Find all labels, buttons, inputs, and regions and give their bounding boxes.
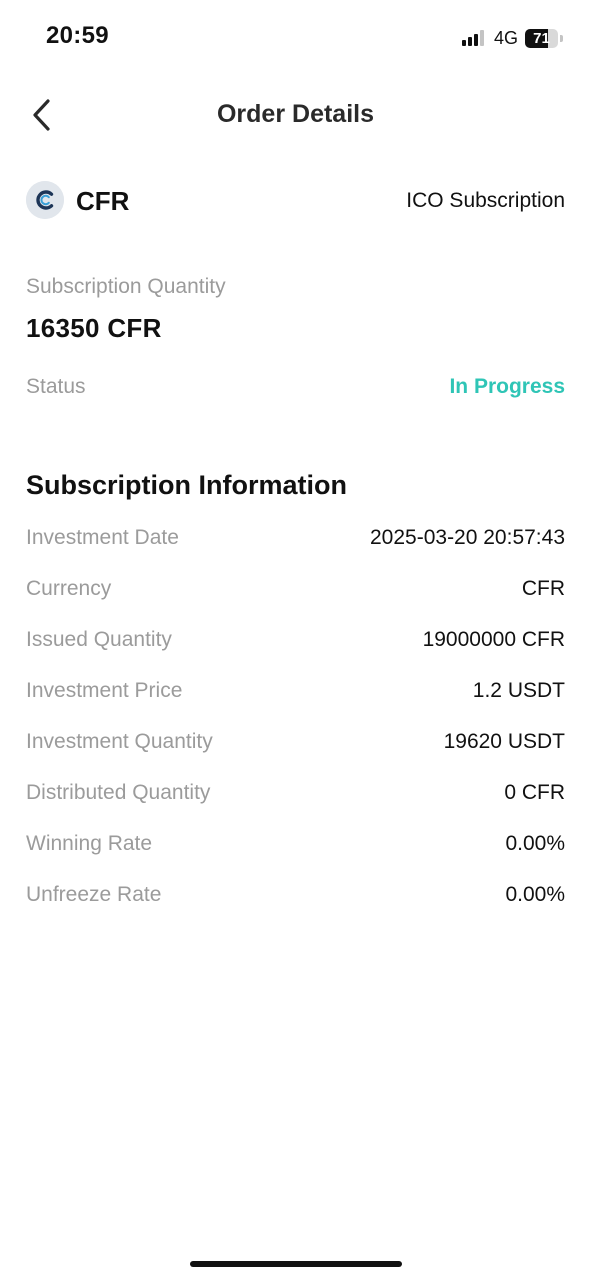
info-value: 19000000 CFR bbox=[422, 628, 565, 651]
subscription-quantity-label: Subscription Quantity bbox=[26, 275, 226, 298]
subscription-quantity-value: 16350 CFR bbox=[26, 313, 162, 343]
token-symbol: CFR bbox=[76, 186, 130, 216]
info-row-winning-rate: Winning Rate 0.00% bbox=[26, 830, 565, 881]
order-type: ICO Subscription bbox=[406, 189, 565, 212]
info-row-issued-quantity: Issued Quantity 19000000 CFR bbox=[26, 626, 565, 677]
info-value: 0.00% bbox=[505, 832, 565, 855]
info-value: 0.00% bbox=[505, 883, 565, 906]
cellular-signal-icon bbox=[461, 30, 486, 46]
info-label: Issued Quantity bbox=[26, 628, 172, 651]
info-value: 0 CFR bbox=[504, 781, 565, 804]
info-row-investment-price: Investment Price 1.2 USDT bbox=[26, 677, 565, 728]
navigation-header: Order Details bbox=[0, 90, 591, 140]
status-indicators: 4G 71 bbox=[461, 26, 563, 50]
status-badge: In Progress bbox=[449, 375, 565, 398]
info-label: Currency bbox=[26, 577, 112, 600]
network-type: 4G bbox=[493, 27, 518, 48]
status-time: 20:59 bbox=[46, 22, 109, 49]
status-bar: 20:59 4G 71 bbox=[0, 0, 591, 76]
battery-icon: 71 bbox=[525, 28, 558, 48]
info-label: Winning Rate bbox=[26, 832, 153, 855]
info-value: 2025-03-20 20:57:43 bbox=[370, 526, 565, 549]
home-indicator[interactable] bbox=[190, 1261, 402, 1267]
battery-cap bbox=[560, 34, 563, 42]
status-label: Status bbox=[26, 375, 86, 398]
info-label: Distributed Quantity bbox=[26, 781, 211, 804]
info-row-distributed-quantity: Distributed Quantity 0 CFR bbox=[26, 779, 565, 830]
info-row-currency: Currency CFR bbox=[26, 575, 565, 626]
info-row-unfreeze-rate: Unfreeze Rate 0.00% bbox=[26, 881, 565, 932]
cfr-logo-icon bbox=[26, 181, 64, 219]
battery-level: 71 bbox=[533, 29, 550, 47]
info-value: CFR bbox=[521, 577, 565, 600]
token-row: CFR ICO Subscription bbox=[26, 180, 565, 222]
info-label: Investment Quantity bbox=[26, 730, 213, 753]
info-label: Investment Price bbox=[26, 679, 183, 702]
subscription-info-list: Investment Date 2025-03-20 20:57:43 Curr… bbox=[26, 524, 565, 932]
info-row-investment-quantity: Investment Quantity 19620 USDT bbox=[26, 728, 565, 779]
info-label: Investment Date bbox=[26, 526, 179, 549]
status-row: Status In Progress bbox=[26, 375, 565, 403]
info-value: 1.2 USDT bbox=[472, 679, 565, 702]
info-value: 19620 USDT bbox=[443, 730, 565, 753]
page-title: Order Details bbox=[216, 100, 374, 128]
section-title: Subscription Information bbox=[26, 470, 347, 500]
info-row-investment-date: Investment Date 2025-03-20 20:57:43 bbox=[26, 524, 565, 575]
info-label: Unfreeze Rate bbox=[26, 883, 162, 906]
